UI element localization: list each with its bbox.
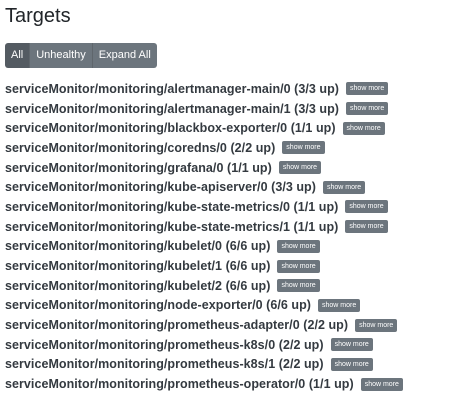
target-name[interactable]: serviceMonitor/monitoring/kubelet/0 (6/6… [5,239,270,253]
target-name[interactable]: serviceMonitor/monitoring/prometheus-k8s… [5,338,324,352]
target-name[interactable]: serviceMonitor/monitoring/kubelet/1 (6/6… [5,259,270,273]
target-name[interactable]: serviceMonitor/monitoring/grafana/0 (1/1… [5,161,272,175]
target-row: serviceMonitor/monitoring/alertmanager-m… [5,79,403,99]
show-more-button[interactable]: show more [342,121,385,135]
show-more-button[interactable]: show more [277,259,320,273]
target-name[interactable]: serviceMonitor/monitoring/node-exporter/… [5,298,311,312]
show-more-button[interactable]: show more [345,220,388,234]
target-row: serviceMonitor/monitoring/kubelet/1 (6/6… [5,256,403,276]
target-name[interactable]: serviceMonitor/monitoring/kube-state-met… [5,220,338,234]
target-name[interactable]: serviceMonitor/monitoring/blackbox-expor… [5,121,336,135]
target-name[interactable]: serviceMonitor/monitoring/kube-state-met… [5,200,338,214]
page-title: Targets [5,5,71,27]
target-row: serviceMonitor/monitoring/prometheus-ope… [5,374,403,394]
show-more-button[interactable]: show more [360,377,403,391]
target-row: serviceMonitor/monitoring/kube-state-met… [5,217,403,237]
show-more-button[interactable]: show more [277,239,320,253]
target-row: serviceMonitor/monitoring/kubelet/0 (6/6… [5,237,403,257]
target-name[interactable]: serviceMonitor/monitoring/alertmanager-m… [5,82,339,96]
target-name[interactable]: serviceMonitor/monitoring/kubelet/2 (6/6… [5,279,270,293]
filter-all-button[interactable]: All [5,43,31,68]
filter-unhealthy-button[interactable]: Unhealthy [30,43,93,68]
expand-all-button[interactable]: Expand All [92,43,157,68]
show-more-button[interactable]: show more [330,338,373,352]
show-more-button[interactable]: show more [346,82,389,96]
target-row: serviceMonitor/monitoring/grafana/0 (1/1… [5,158,403,178]
show-more-button[interactable]: show more [355,318,398,332]
target-name[interactable]: serviceMonitor/monitoring/prometheus-k8s… [5,357,324,371]
show-more-button[interactable]: show more [278,161,322,175]
show-more-button[interactable]: show more [318,298,361,312]
show-more-button[interactable]: show more [282,141,325,155]
show-more-button[interactable]: show more [345,200,388,214]
target-list: serviceMonitor/monitoring/alertmanager-m… [5,79,403,394]
target-filter-group: All Unhealthy Expand All [5,43,157,68]
target-row: serviceMonitor/monitoring/alertmanager-m… [5,99,403,119]
show-more-button[interactable]: show more [330,357,373,371]
show-more-button[interactable]: show more [346,102,389,116]
target-name[interactable]: serviceMonitor/monitoring/coredns/0 (2/2… [5,141,275,155]
target-name[interactable]: serviceMonitor/monitoring/alertmanager-m… [5,102,339,116]
target-row: serviceMonitor/monitoring/prometheus-k8s… [5,355,403,375]
target-name[interactable]: serviceMonitor/monitoring/prometheus-ope… [5,377,354,391]
show-more-button[interactable]: show more [322,180,366,194]
target-row: serviceMonitor/monitoring/prometheus-ada… [5,315,403,335]
target-row: serviceMonitor/monitoring/kubelet/2 (6/6… [5,276,403,296]
target-name[interactable]: serviceMonitor/monitoring/prometheus-ada… [5,318,348,332]
target-row: serviceMonitor/monitoring/kube-apiserver… [5,177,403,197]
target-row: serviceMonitor/monitoring/coredns/0 (2/2… [5,138,403,158]
show-more-button[interactable]: show more [277,279,320,293]
target-row: serviceMonitor/monitoring/prometheus-k8s… [5,335,403,355]
target-name[interactable]: serviceMonitor/monitoring/kube-apiserver… [5,180,316,194]
target-row: serviceMonitor/monitoring/node-exporter/… [5,296,403,316]
target-row: serviceMonitor/monitoring/kube-state-met… [5,197,403,217]
target-row: serviceMonitor/monitoring/blackbox-expor… [5,118,403,138]
